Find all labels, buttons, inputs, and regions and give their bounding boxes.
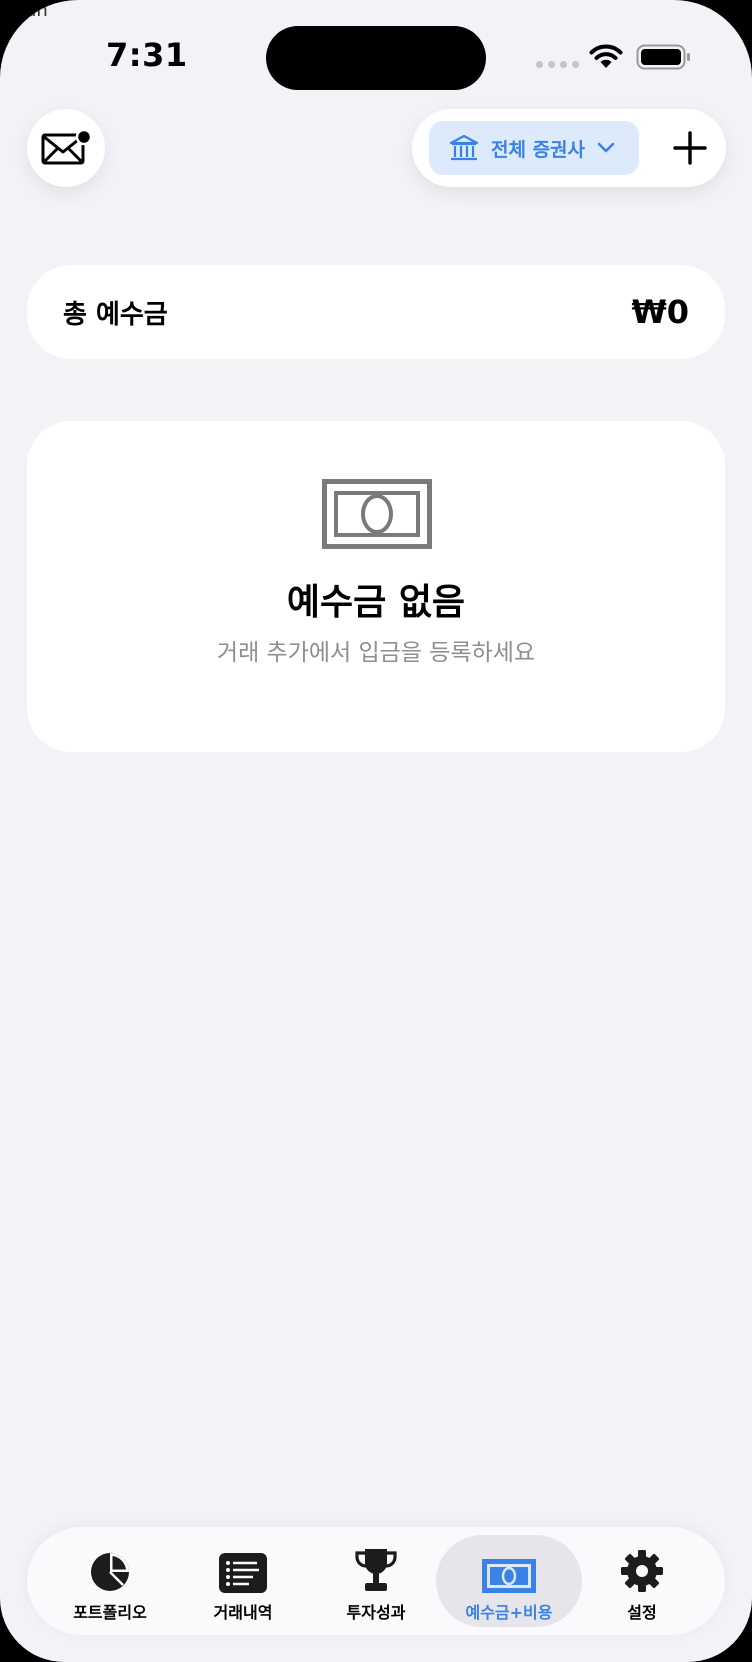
total-deposit-card: 총 예수금 ₩0 — [27, 265, 725, 359]
banknote-icon — [482, 1559, 536, 1593]
tab-deposits-costs-label: 예수금+비용 — [465, 1603, 553, 1622]
inbox-button[interactable] — [27, 109, 105, 187]
app-screen: Goun 7:31 전체 증권사 총 예수금 ₩0 예수금 없음 거래 추가에서… — [0, 0, 752, 1662]
total-deposit-value: ₩0 — [631, 293, 689, 331]
cellular-signal-icon — [536, 61, 579, 68]
chevron-down-icon — [597, 142, 615, 153]
gear-icon — [621, 1550, 663, 1592]
battery-icon — [636, 44, 690, 70]
envelope-icon — [41, 128, 92, 165]
bank-icon — [449, 134, 479, 161]
broker-filter-label: 전체 증권사 — [491, 138, 586, 161]
tab-deposits-costs[interactable]: 예수금+비용 — [436, 1535, 582, 1627]
tab-transactions-label: 거래내역 — [213, 1603, 273, 1622]
pie-chart-icon — [91, 1553, 129, 1591]
empty-state-card: 예수금 없음 거래 추가에서 입금을 등록하세요 — [27, 421, 725, 752]
tab-portfolio[interactable]: 포트폴리오 — [37, 1535, 183, 1627]
trophy-icon — [355, 1549, 397, 1591]
plus-icon — [673, 131, 707, 165]
tab-performance[interactable]: 투자성과 — [303, 1535, 449, 1627]
list-icon — [219, 1553, 267, 1593]
toolbar: 전체 증권사 — [412, 109, 726, 187]
empty-state-title: 예수금 없음 — [286, 582, 466, 623]
add-transaction-button[interactable] — [668, 126, 712, 170]
wifi-icon — [589, 44, 623, 68]
banknote-icon — [322, 479, 432, 549]
tab-portfolio-label: 포트폴리오 — [73, 1603, 147, 1622]
tab-bar: 포트폴리오 거래내역 투자성과 예수금+비용 설정 — [27, 1527, 725, 1635]
tab-settings-label: 설정 — [627, 1603, 657, 1622]
tab-transactions[interactable]: 거래내역 — [170, 1535, 316, 1627]
tab-settings[interactable]: 설정 — [569, 1535, 715, 1627]
empty-state-subtitle: 거래 추가에서 입금을 등록하세요 — [216, 640, 536, 666]
broker-filter-dropdown[interactable]: 전체 증권사 — [429, 121, 639, 175]
total-deposit-label: 총 예수금 — [63, 299, 168, 330]
tab-performance-label: 투자성과 — [346, 1603, 406, 1622]
corner-text: Goun — [0, 0, 48, 21]
status-time: 7:31 — [106, 36, 188, 74]
dynamic-island — [266, 26, 486, 90]
